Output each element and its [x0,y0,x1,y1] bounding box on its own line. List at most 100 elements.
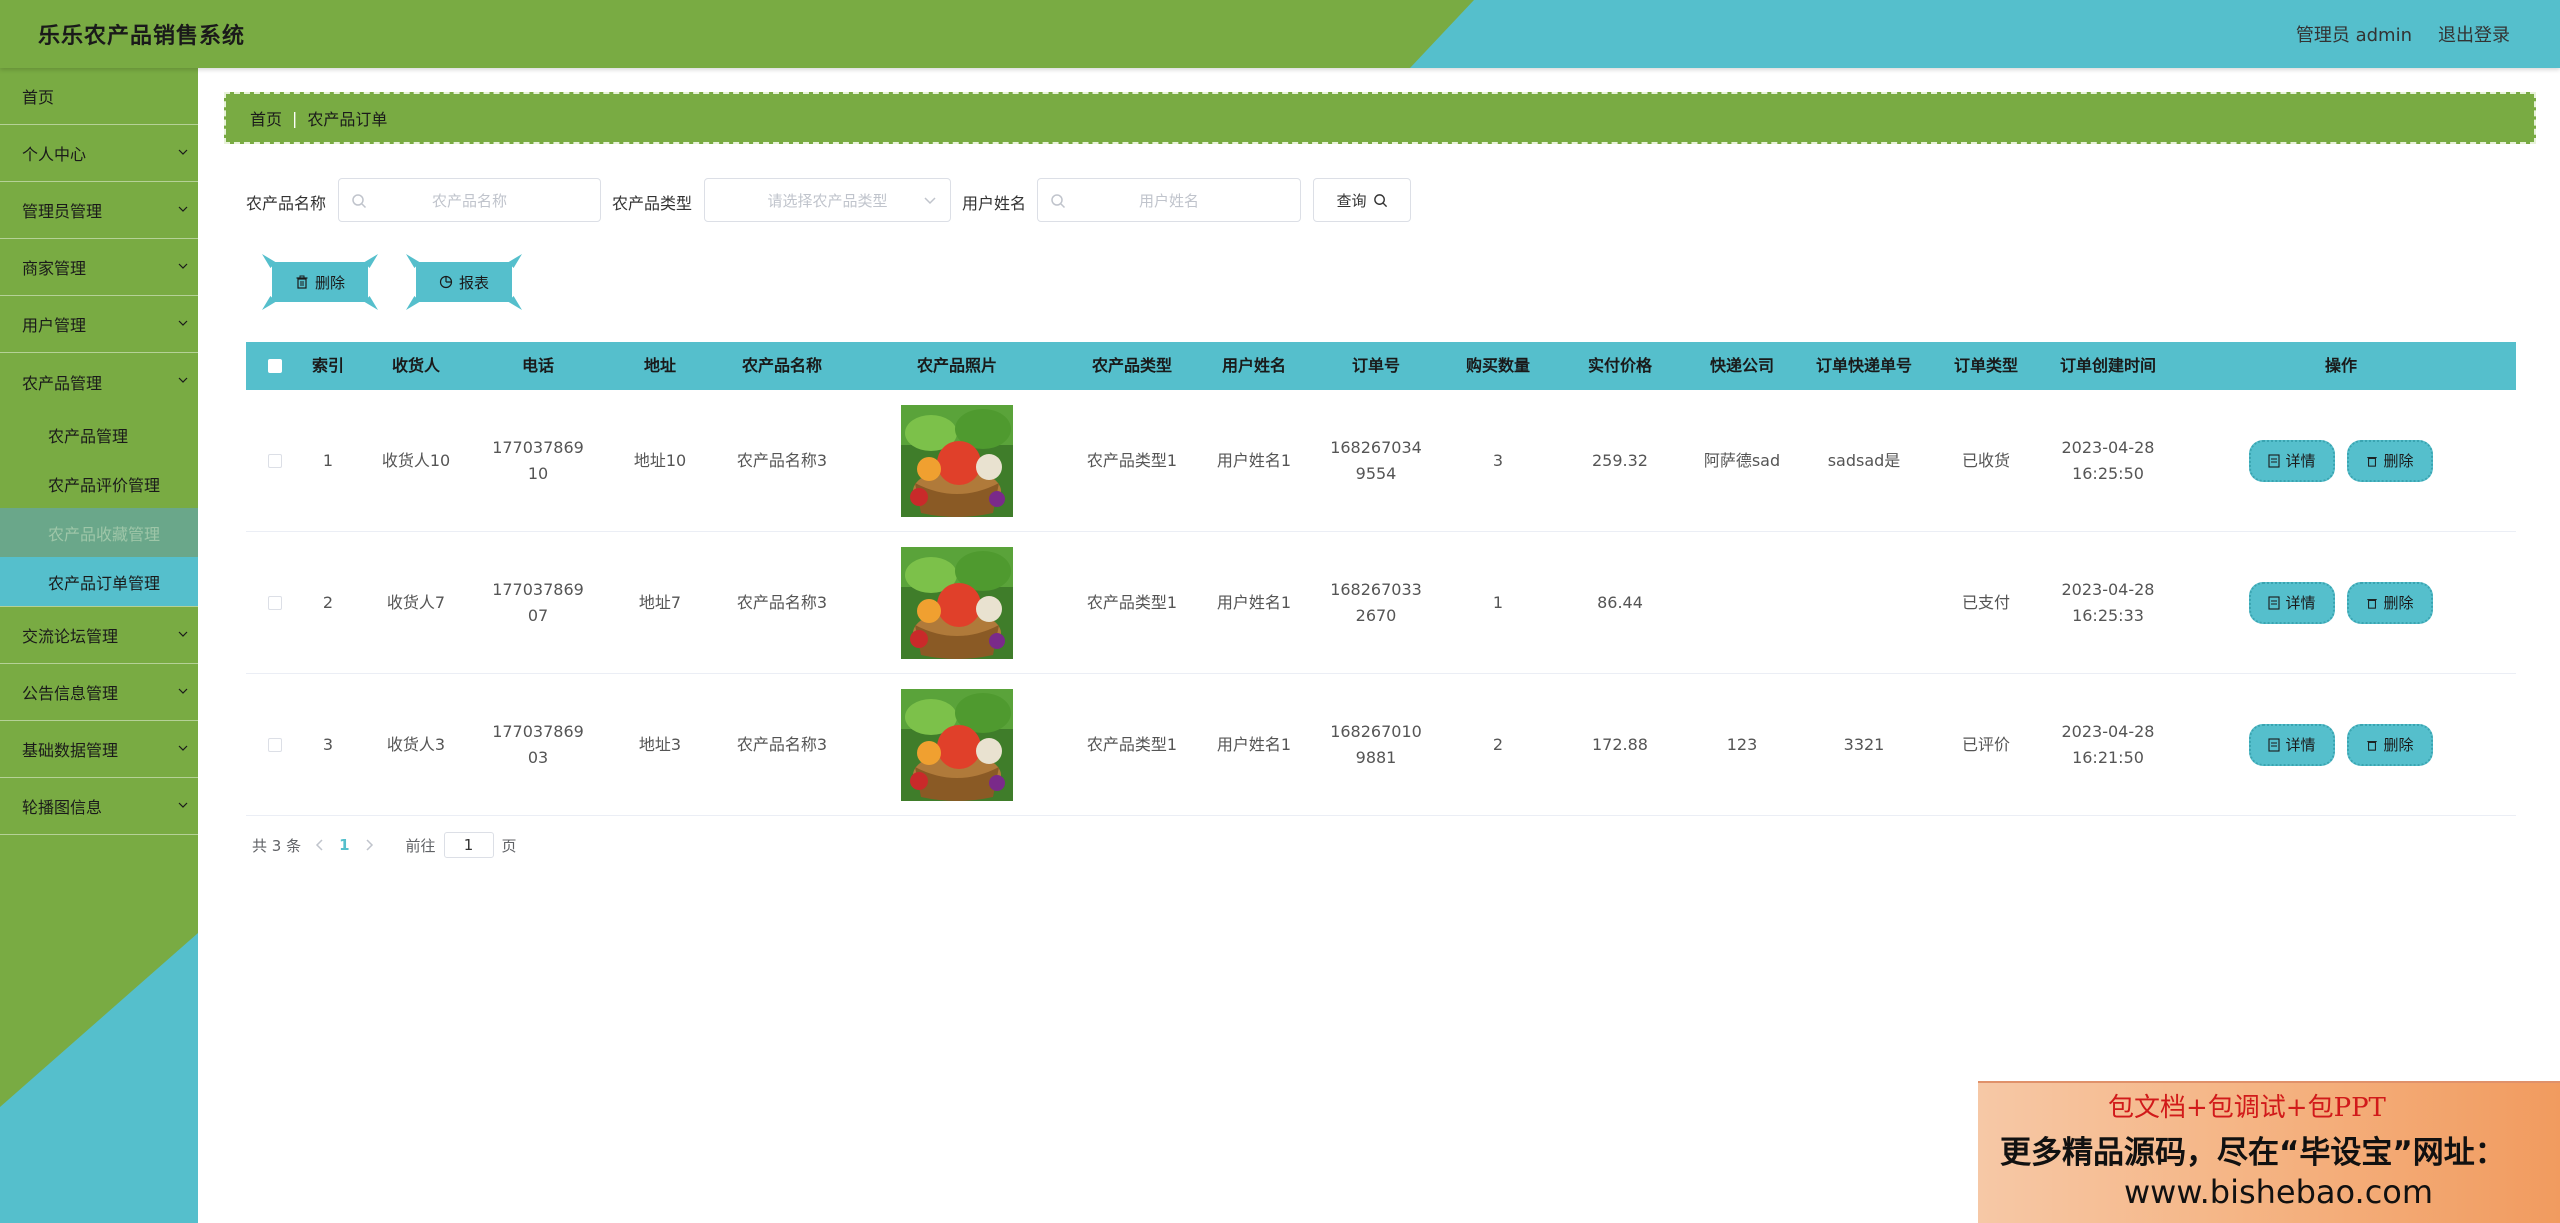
promo-banner: 包文档+包调试+包PPT 更多精品源码，尽在“毕设宝”网址： www.bishe… [1978,1081,2560,1223]
sidebar-subitem[interactable]: 农产品评价管理 [0,459,198,508]
chevron-left-icon[interactable] [315,839,325,851]
cell-text: 86.44 [1597,592,1643,612]
cell-text: 用户姓名1 [1216,450,1292,470]
chevron-right-icon[interactable] [364,839,374,851]
column-header: 电话 [521,356,554,375]
sidebar-item[interactable]: 公告信息管理 [0,664,198,721]
breadcrumb-separator: | [292,108,298,128]
page-number[interactable]: 1 [339,836,349,854]
detail-button[interactable]: 详情 [2249,581,2335,624]
detail-button[interactable]: 详情 [2249,439,2335,482]
sidebar-item[interactable]: 个人中心 [0,125,198,182]
chevron-down-icon [178,631,188,637]
operations-cell: 详情 删除 [2166,674,2516,815]
report-button[interactable]: 报表 [406,254,522,310]
user-name-input[interactable]: 用户姓名 [1037,178,1301,222]
column-header: 索引 [311,356,344,375]
chevron-down-icon [178,688,188,694]
cell-text: 2023-04-28 16:21:50 [2061,721,2155,767]
cell-address: 地址3 [596,674,724,815]
batch-delete-button[interactable]: 删除 [262,254,378,310]
sidebar-item-label: 管理员管理 [22,202,103,221]
delete-label: 删除 [2383,735,2414,754]
trash-icon [296,275,308,289]
cell-created: 2023-04-28 16:21:50 [2050,674,2166,815]
row-checkbox[interactable] [268,595,282,610]
cell-tracking [1806,532,1922,673]
sidebar-item-label: 农产品管理 [22,373,103,393]
pie-chart-icon [439,275,453,289]
delete-label: 删除 [2383,593,2414,612]
cell-receiver: 收货人3 [352,674,480,815]
sidebar-item[interactable]: 基础数据管理 [0,721,198,778]
row-checkbox[interactable] [268,737,282,752]
top-header: 乐乐农产品销售系统 管理员 admin 退出登录 [0,0,2560,68]
cell-status: 已收货 [1922,390,2050,531]
breadcrumb-current: 农产品订单 [307,110,388,129]
report-label: 报表 [458,273,489,292]
cell-text: 已支付 [1961,592,2010,612]
sidebar-item[interactable]: 首页 [0,68,198,125]
delete-button[interactable]: 删除 [2347,581,2433,624]
logout-link[interactable]: 退出登录 [2438,21,2510,47]
cell-user: 用户姓名1 [1190,390,1318,531]
column-header: 订单创建时间 [2059,356,2156,375]
cell-index: 1 [304,390,352,531]
cell-product: 农产品名称3 [724,532,840,673]
cell-text: 1682670109881 [1330,721,1422,767]
sidebar-item[interactable]: 农产品管理 [0,353,198,410]
cell-text: 农产品类型1 [1086,592,1178,612]
breadcrumb-home[interactable]: 首页 [250,106,282,130]
cell-text: 17703786903 [492,721,584,767]
chevron-down-icon [178,263,188,269]
sidebar-subitem[interactable]: 农产品管理 [0,410,198,459]
cell-text: 地址10 [633,450,687,470]
checkbox[interactable] [268,359,282,373]
cell-type: 农产品类型1 [1074,674,1190,815]
sidebar-item[interactable]: 管理员管理 [0,182,198,239]
cell-text: sadsad是 [1827,450,1901,470]
cell-text: 1682670349554 [1330,437,1422,483]
sidebar-item-label: 用户管理 [22,316,87,335]
product-name-input[interactable]: 农产品名称 [338,178,601,222]
cell-receiver: 收货人10 [352,390,480,531]
cell-text: 已评价 [1961,734,2010,754]
cell-text: 收货人3 [386,734,446,754]
chevron-down-icon [178,206,188,212]
cell-text: 17703786910 [492,437,584,483]
sidebar-item-label: 交流论坛管理 [22,627,119,646]
delete-button[interactable]: 删除 [2347,439,2433,482]
cell-order_no: 1682670332670 [1318,532,1434,673]
column-header: 收货人 [391,356,440,375]
current-user: 管理员 admin [2295,25,2412,46]
column-header: 订单快递单号 [1815,356,1912,375]
detail-button[interactable]: 详情 [2249,723,2335,766]
cell-index: 2 [304,532,352,673]
product-type-select[interactable]: 请选择农产品类型 [704,178,951,222]
sidebar-item[interactable]: 用户管理 [0,296,198,353]
cell-text: 1 [1492,592,1504,612]
photo-cell [840,532,1074,673]
product-photo [901,546,1013,659]
sidebar-subitem[interactable]: 农产品订单管理 [0,557,198,606]
sidebar-item[interactable]: 商家管理 [0,239,198,296]
delete-button[interactable]: 删除 [2347,723,2433,766]
product-type-label: 农产品类型 [612,194,693,213]
column-header: 农产品名称 [741,356,822,375]
promo-url: www.bishebao.com [2124,1173,2434,1211]
trash-icon [2367,740,2378,751]
row-checkbox[interactable] [268,453,282,468]
detail-label: 详情 [2285,593,2316,612]
select-all-checkbox[interactable] [246,342,304,390]
sidebar-item[interactable]: 交流论坛管理 [0,607,198,664]
product-photo [901,404,1013,517]
goto-page-input[interactable]: 1 [443,832,494,858]
cell-text: 用户姓名1 [1216,734,1292,754]
column-header: 实付价格 [1587,356,1652,375]
cell-address: 地址10 [596,390,724,531]
sidebar-subitem[interactable]: 农产品收藏管理 [0,508,198,557]
cell-text: 地址3 [638,734,682,754]
sidebar-accent [0,933,198,1223]
sidebar-item[interactable]: 轮播图信息 [0,778,198,835]
query-button[interactable]: 查询 [1313,178,1411,222]
